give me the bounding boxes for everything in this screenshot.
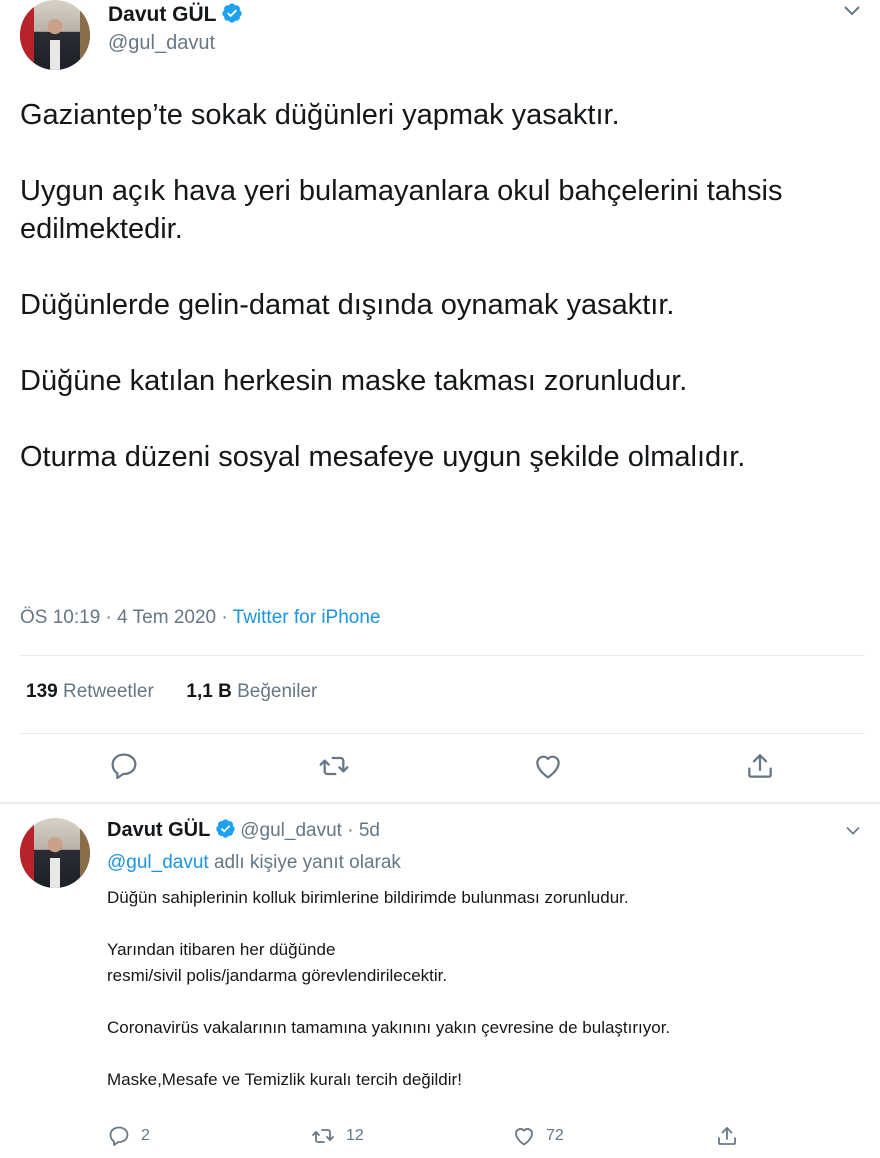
tweet-meta: ÖS 10:19 · 4 Tem 2020 · Twitter for iPho… xyxy=(20,607,381,629)
retweets-stat[interactable]: 139 Retweetler xyxy=(26,681,154,702)
tweet-timestamp[interactable]: ÖS 10:19 · 4 Tem 2020 · xyxy=(20,607,233,628)
reply-action-reply[interactable]: 2 xyxy=(107,1124,150,1148)
share-icon xyxy=(718,1127,736,1145)
retweets-count: 139 xyxy=(26,681,58,702)
retweet-icon[interactable] xyxy=(318,750,350,787)
author-header: Davut GÜL xyxy=(108,2,243,29)
verified-badge-icon xyxy=(215,818,236,844)
likes-stat[interactable]: 1,1 B Beğeniler xyxy=(186,681,317,702)
replying-to: @gul_davut adlı kişiye yanıt olarak xyxy=(107,852,401,874)
reply-icon xyxy=(109,1126,129,1146)
author-handle[interactable]: @gul_davut xyxy=(108,32,215,55)
retweet-icon xyxy=(312,1129,334,1143)
author-name[interactable]: Davut GÜL xyxy=(108,3,217,26)
share-icon[interactable] xyxy=(744,750,776,787)
reply-action-retweet[interactable]: 12 xyxy=(310,1124,364,1148)
likes-count: 1,1 B xyxy=(186,681,232,702)
reply-action-share[interactable] xyxy=(715,1124,739,1153)
reply-tweet-text: Düğün sahiplerinin kolluk birimlerine bi… xyxy=(107,888,671,1089)
tweet-stats: 139 Retweetler 1,1 B Beğeniler xyxy=(26,681,317,703)
reply-to-label: adlı kişiye yanıt olarak xyxy=(208,852,401,873)
reply-author-handle[interactable]: @gul_davut · 5d xyxy=(240,820,380,841)
chevron-down-icon[interactable] xyxy=(844,824,862,842)
reply-author-name[interactable]: Davut GÜL xyxy=(107,819,210,841)
tweet-text: Gaziantep’te sokak düğünleri yapmak yasa… xyxy=(20,99,783,473)
reply-icon[interactable] xyxy=(108,750,140,787)
tweet-source-link[interactable]: Twitter for iPhone xyxy=(233,607,381,628)
chevron-down-icon[interactable] xyxy=(842,4,862,23)
reply-mention-link[interactable]: @gul_davut xyxy=(107,852,209,873)
likes-label: Beğeniler xyxy=(237,681,318,702)
reply-count: 2 xyxy=(141,1127,150,1144)
like-icon[interactable] xyxy=(532,750,564,787)
like-count: 72 xyxy=(546,1127,564,1144)
divider xyxy=(20,655,865,656)
like-icon xyxy=(515,1128,533,1146)
reply-avatar[interactable] xyxy=(20,818,90,888)
retweets-label: Retweetler xyxy=(62,681,154,702)
verified-badge-icon xyxy=(221,2,243,29)
divider xyxy=(0,802,880,804)
retweet-count: 12 xyxy=(346,1127,364,1144)
reply-action-like[interactable]: 72 xyxy=(512,1124,564,1148)
divider xyxy=(20,733,865,734)
reply-author-header: Davut GÜL @gul_davut · 5d xyxy=(107,818,380,844)
avatar[interactable] xyxy=(20,0,90,70)
